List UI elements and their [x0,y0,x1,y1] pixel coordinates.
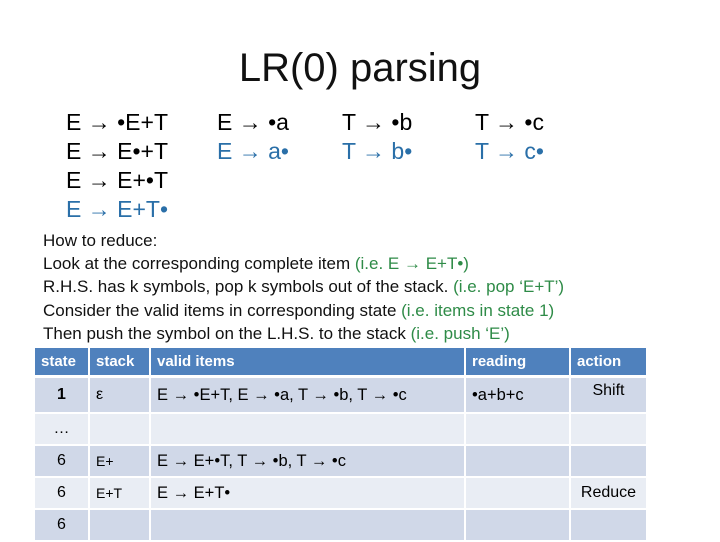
grammar-column-t-c: T → •c T → c• [475,108,544,166]
grammar-rule: E → •E+T [66,109,168,135]
explanation-line: R.H.S. has k symbols, pop k symbols out … [43,275,564,298]
grammar-rule: E → E•+T [66,138,168,164]
grammar-rule: E → •a [217,109,289,135]
parse-trace-table: state stack valid items reading action 1… [35,348,648,542]
grammar-rule: T → •c [475,109,544,135]
cell-reading [466,478,571,510]
grammar-rule-complete: T → c• [475,138,544,164]
cell-state: 6 [35,446,90,478]
explanation-hint: (i.e. pop ‘E+T’) [453,277,565,297]
explanation-heading: How to reduce: [43,231,158,250]
cell-stack [90,414,151,446]
grammar-rule-complete: T → b• [342,138,413,164]
header-valid-items: valid items [151,348,466,378]
cell-action: Reduce [571,478,648,510]
explanation-text: Look at the corresponding complete item [43,254,355,274]
cell-reading [466,446,571,478]
cell-reading [466,414,571,446]
cell-valid-items [151,510,466,542]
table-row: … [35,414,648,446]
table-row: 6 E+T E → E+T• Reduce [35,478,648,510]
table-header-row: state stack valid items reading action [35,348,648,378]
header-action: action [571,348,648,378]
table-row: 1 ε E → •E+T, E → •a, T → •b, T → •c •a+… [35,378,648,414]
cell-action [571,510,648,542]
explanation-hint: (i.e. push ‘E’) [410,323,510,343]
cell-state: 1 [35,378,90,414]
cell-stack: E+ [90,446,151,478]
cell-state: 6 [35,510,90,542]
cell-stack: E+T [90,478,151,510]
cell-stack [90,510,151,542]
explanation-hint: (i.e. items in state 1) [401,300,555,320]
explanation-hint: (i.e. E → E+T•) [354,254,469,274]
cell-state: … [35,414,90,446]
cell-state: 6 [35,478,90,510]
cell-stack: ε [90,378,151,414]
table-row: 6 E+ E → E+•T, T → •b, T → •c [35,446,648,478]
cell-reading [466,510,571,542]
grammar-column-e-plus: E → •E+T E → E•+T E → E+•T E → E+T• [66,108,168,224]
cell-valid-items: E → •E+T, E → •a, T → •b, T → •c [151,378,466,414]
header-reading: reading [466,348,571,378]
explanation-line: Then push the symbol on the L.H.S. to th… [43,322,564,345]
header-stack: stack [90,348,151,378]
grammar-rule-complete: E → a• [217,138,289,164]
cell-action [571,414,648,446]
cell-action [571,446,648,478]
slide-title: LR(0) parsing [238,46,482,90]
explanation-line: Look at the corresponding complete item … [43,252,564,275]
explanation-text: Then push the symbol on the L.H.S. to th… [43,323,411,343]
grammar-column-t-b: T → •b T → b• [342,108,412,166]
explanation-text: R.H.S. has k symbols, pop k symbols out … [43,277,454,297]
header-state: state [35,348,90,378]
grammar-rule-complete: E → E+T• [66,196,168,222]
grammar-rule: T → •b [342,109,413,135]
grammar-rule: E → E+•T [66,167,168,193]
cell-valid-items: E → E+•T, T → •b, T → •c [151,446,466,478]
explanation-line: Consider the valid items in correspondin… [43,299,564,322]
cell-action: Shift [571,378,648,414]
reduce-explanation: How to reduce: Look at the corresponding… [43,229,564,345]
cell-reading: •a+b+c [466,378,571,414]
explanation-text: Consider the valid items in correspondin… [43,300,402,320]
table-row: 6 [35,510,648,542]
cell-valid-items [151,414,466,446]
grammar-column-e-a: E → •a E → a• [217,108,289,166]
cell-valid-items: E → E+T• [151,478,466,510]
